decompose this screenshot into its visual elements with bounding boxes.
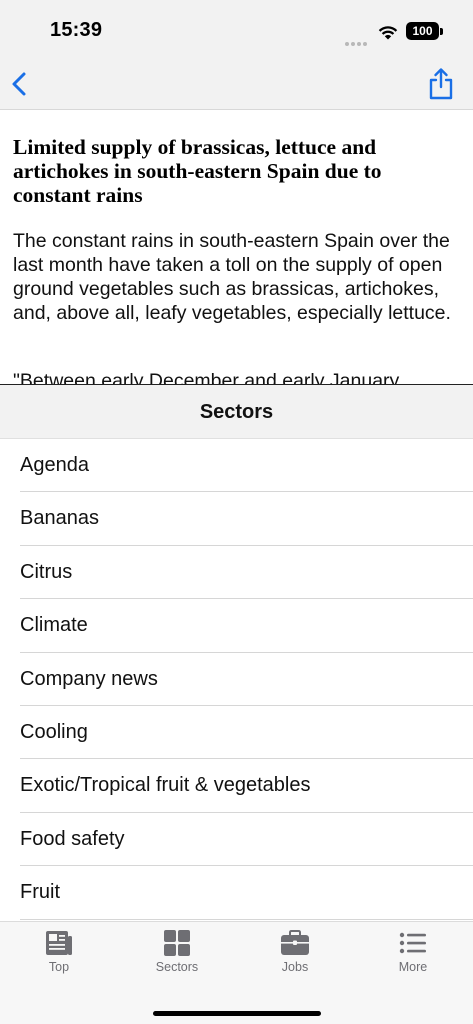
cellular-dots-icon (345, 33, 369, 51)
newspaper-icon (46, 931, 72, 955)
status-time: 15:39 (50, 19, 103, 41)
sector-item-climate[interactable]: Climate (20, 599, 473, 653)
battery-icon: 100 (406, 22, 439, 40)
tab-sectors[interactable]: Sectors (118, 930, 236, 982)
share-button[interactable] (424, 66, 458, 102)
sectors-sheet: Sectors Agenda Bananas Citrus Climate Co… (0, 384, 473, 921)
navigation-bar (0, 58, 473, 110)
sector-item-company-news[interactable]: Company news (20, 653, 473, 706)
tab-jobs[interactable]: Jobs (236, 930, 354, 982)
sector-item-food-safety[interactable]: Food safety (20, 813, 473, 867)
tab-label-jobs: Jobs (281, 960, 309, 974)
tab-label-top: Top (48, 960, 70, 974)
sector-item-citrus[interactable]: Citrus (20, 546, 473, 600)
grid-icon (164, 930, 190, 956)
back-button[interactable] (6, 66, 40, 102)
share-icon (429, 68, 453, 100)
tab-bar: Top Sectors Jobs More (0, 921, 473, 1024)
sector-item-fruit[interactable]: Fruit (20, 866, 473, 920)
sector-item-exotic-tropical[interactable]: Exotic/Tropical fruit & vegetables (20, 759, 473, 813)
tab-label-sectors: Sectors (155, 960, 199, 974)
battery-nub (440, 28, 443, 35)
sector-item-agenda[interactable]: Agenda (20, 439, 473, 493)
sector-list: Agenda Bananas Citrus Climate Company ne… (0, 439, 473, 920)
tab-label-more: More (398, 960, 428, 974)
article-quote: "Between early December and early Januar… (13, 370, 400, 384)
chevron-left-icon (12, 72, 26, 96)
article-body: The constant rains in south-eastern Spai… (13, 230, 451, 324)
tab-top[interactable]: Top (0, 930, 118, 982)
sector-item-cooling[interactable]: Cooling (20, 706, 473, 760)
sheet-header: Sectors (0, 385, 473, 439)
tab-more[interactable]: More (354, 930, 472, 982)
article-title: Limited supply of brassicas, lettuce and… (13, 135, 382, 207)
list-icon (399, 932, 426, 954)
battery-level: 100 (412, 24, 433, 38)
briefcase-icon (281, 930, 309, 955)
home-indicator[interactable] (153, 1011, 321, 1016)
sector-item-bananas[interactable]: Bananas (20, 492, 473, 546)
article-content: Limited supply of brassicas, lettuce and… (0, 111, 473, 384)
wifi-icon (378, 26, 398, 40)
sheet-title: Sectors (199, 401, 274, 423)
status-bar: 15:39 100 (0, 0, 473, 58)
